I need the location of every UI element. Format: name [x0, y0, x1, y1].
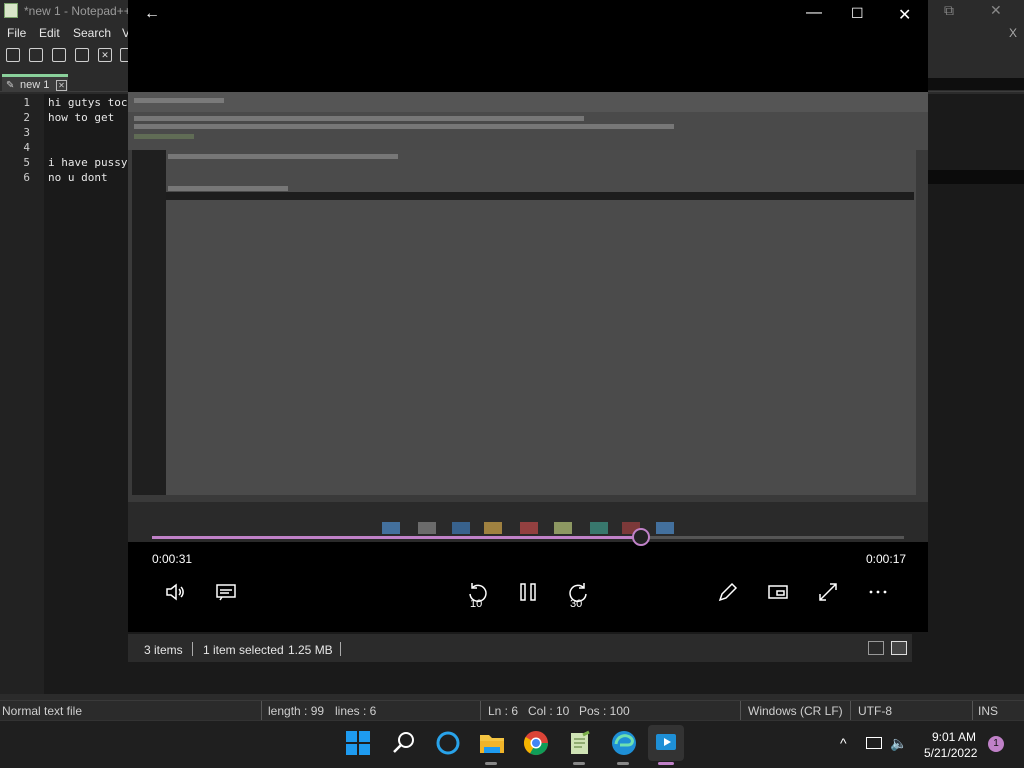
- miniplayer-icon[interactable]: [764, 580, 792, 608]
- pause-button[interactable]: [514, 580, 542, 608]
- edge-marker: [928, 78, 1024, 90]
- line-number: 2: [23, 111, 30, 124]
- status-encoding: UTF-8: [858, 704, 892, 718]
- line-number: 6: [23, 171, 30, 184]
- code-line: hi gutys toc: [48, 96, 128, 109]
- back-arrow-icon[interactable]: ←: [144, 5, 160, 23]
- video-dark-line: [166, 192, 914, 200]
- status-mode: INS: [978, 704, 999, 718]
- items-count: 3 items: [144, 643, 183, 657]
- tray-overflow-chevron-icon[interactable]: ^: [840, 735, 847, 751]
- network-icon[interactable]: [866, 737, 882, 749]
- clock-date[interactable]: 5/21/2022: [924, 746, 977, 760]
- line-number: 1: [23, 96, 30, 109]
- volume-icon[interactable]: [162, 580, 190, 608]
- tab-label: new 1: [20, 79, 50, 91]
- status-ln: Ln : 6: [488, 704, 519, 718]
- rewind-10-button[interactable]: 10: [464, 580, 492, 610]
- file-explorer-icon[interactable]: [478, 729, 506, 757]
- status-pos: Pos : 100: [579, 704, 630, 718]
- notepadpp-icon[interactable]: [566, 729, 594, 757]
- status-file-type: Normal text file: [2, 704, 83, 718]
- line-number: 4: [23, 141, 30, 154]
- media-player-window: ← — ☐ ✕ 0:00:31 0:00:17 10 30: [128, 0, 928, 632]
- chrome-icon[interactable]: [522, 729, 550, 757]
- code-line: no u dont: [48, 171, 108, 184]
- video-frame[interactable]: [128, 92, 928, 542]
- notification-badge[interactable]: 1: [988, 736, 1004, 752]
- edge-icon[interactable]: [610, 729, 638, 757]
- modified-pencil-icon: ✎: [6, 80, 15, 91]
- media-player-icon[interactable]: [648, 725, 684, 761]
- window-controls: ⧉ ✕: [924, 0, 1024, 22]
- save-all-icon[interactable]: [75, 48, 89, 62]
- open-file-icon[interactable]: [29, 48, 43, 62]
- status-lines: lines : 6: [335, 704, 377, 718]
- forward-label: 30: [570, 598, 583, 610]
- close-document-icon[interactable]: X: [1009, 26, 1017, 40]
- notepadpp-statusbar: Normal text file length : 99 lines : 6 L…: [0, 700, 1024, 721]
- captions-icon[interactable]: [212, 580, 240, 608]
- tab-new-1[interactable]: ✎ new 1 ✕: [2, 74, 68, 92]
- fullscreen-icon[interactable]: [814, 580, 842, 608]
- details-view-icon[interactable]: [868, 641, 884, 655]
- video-gutter: [132, 150, 166, 495]
- start-icon[interactable]: [344, 729, 372, 757]
- remaining-time: 0:00:17: [866, 552, 907, 566]
- restore-icon[interactable]: ⧉: [944, 2, 954, 19]
- close-icon[interactable]: ✕: [990, 2, 1002, 19]
- status-col: Col : 10: [528, 704, 570, 718]
- new-file-icon[interactable]: [6, 48, 20, 62]
- maximize-icon[interactable]: ☐: [851, 5, 864, 22]
- code-line: i have pussy: [48, 156, 128, 169]
- editor-dark-strip: [928, 170, 1024, 184]
- notepadpp-app-icon: [4, 3, 18, 18]
- minimize-icon[interactable]: —: [806, 4, 822, 22]
- seek-progress: [152, 536, 641, 539]
- line-number: 3: [23, 126, 30, 139]
- taskbar: ^ 🔈 9:01 AM 5/21/2022: [0, 720, 1024, 768]
- search-icon[interactable]: [390, 729, 418, 757]
- selected-size: 1.25 MB: [288, 643, 333, 657]
- status-length: length : 99: [268, 704, 325, 718]
- tiles-view-icon[interactable]: [891, 641, 907, 655]
- cortana-icon[interactable]: [434, 729, 462, 757]
- seek-thumb[interactable]: [631, 528, 650, 546]
- pencil-icon[interactable]: [714, 580, 742, 608]
- save-icon[interactable]: [52, 48, 66, 62]
- selected-count: 1 item selected: [203, 643, 284, 657]
- menu-file[interactable]: File: [7, 26, 26, 40]
- code-text: hi gutys toc how to get i have pussy no …: [48, 94, 127, 694]
- video-band: [128, 92, 928, 112]
- window-title: *new 1 - Notepad++: [24, 4, 131, 18]
- line-number: 5: [23, 156, 30, 169]
- menu-edit[interactable]: Edit: [39, 26, 60, 40]
- video-content: [166, 150, 916, 495]
- close-icon[interactable]: ✕: [898, 5, 911, 25]
- rewind-label: 10: [470, 598, 483, 610]
- line-number-gutter: 1 2 3 4 5 6: [0, 94, 44, 694]
- tab-close-icon[interactable]: ✕: [56, 80, 67, 91]
- volume-tray-icon[interactable]: 🔈: [890, 735, 907, 752]
- clock-time[interactable]: 9:01 AM: [932, 730, 976, 744]
- seek-bar[interactable]: [152, 528, 904, 546]
- more-icon[interactable]: [864, 580, 892, 608]
- menu-search[interactable]: Search: [73, 26, 111, 40]
- close-file-icon[interactable]: ✕: [98, 48, 112, 62]
- forward-30-button[interactable]: 30: [564, 580, 592, 610]
- elapsed-time: 0:00:31: [152, 552, 193, 566]
- player-titlebar[interactable]: ← — ☐ ✕: [128, 0, 928, 34]
- status-eol: Windows (CR LF): [748, 704, 843, 718]
- explorer-statusbar: 3 items 1 item selected 1.25 MB: [128, 634, 912, 662]
- code-line: how to get: [48, 111, 121, 124]
